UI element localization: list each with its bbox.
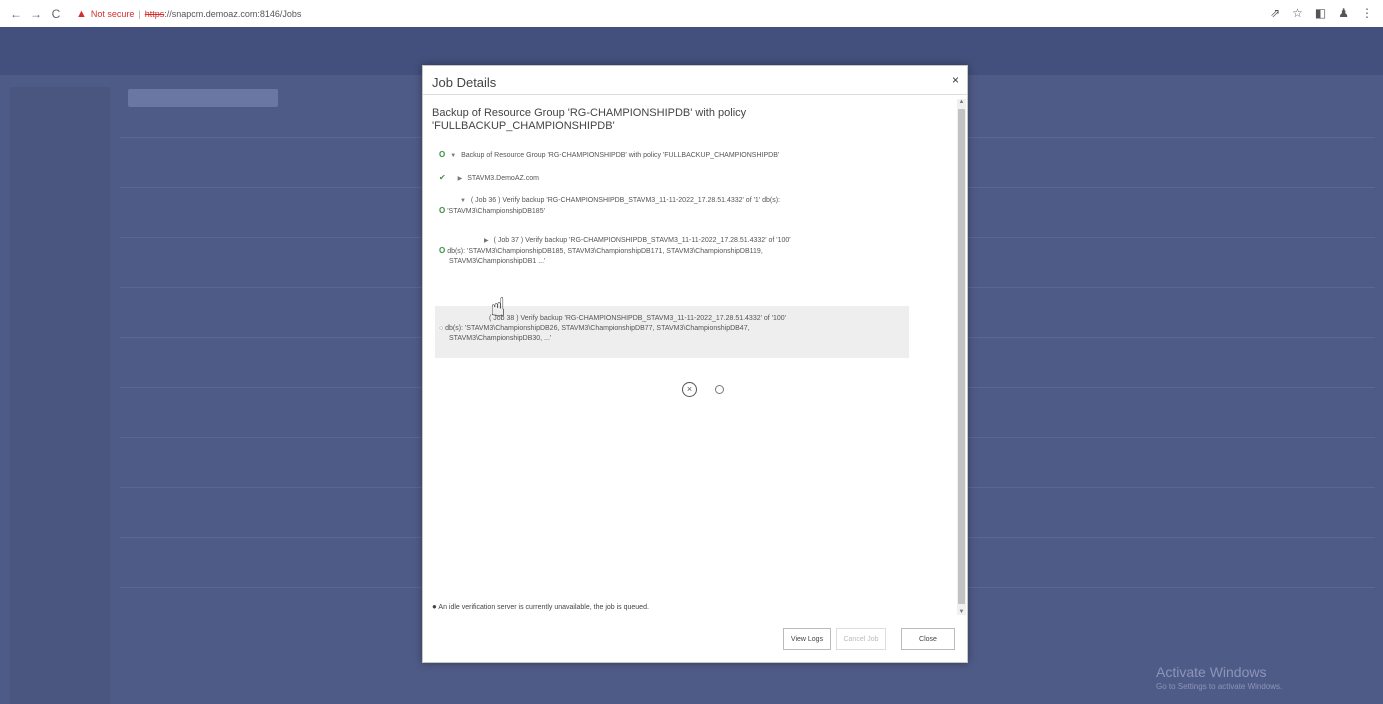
scrollbar[interactable]: ▲ ▼ xyxy=(957,99,966,615)
caret-right-icon[interactable]: ▶ xyxy=(484,238,489,244)
tree-row-job-36[interactable]: ▼ ( Job 36 ) Verify backup 'RG-CHAMPIONS… xyxy=(439,196,780,217)
watermark-title: Activate Windows xyxy=(1156,664,1267,680)
activate-windows-watermark: Activate Windows Go to Settings to activ… xyxy=(1156,664,1282,691)
status-running-icon: O xyxy=(439,150,446,159)
status-queued-icon: ◌ xyxy=(439,325,444,332)
profile-icon[interactable]: ♟ xyxy=(1338,6,1349,20)
app-logo xyxy=(128,89,278,107)
tree-row-text: STAVM3\ChampionshipDB1 ...' xyxy=(449,258,546,265)
spinner-icon xyxy=(715,385,724,394)
dialog-body: Backup of Resource Group 'RG-CHAMPIONSHI… xyxy=(423,95,957,602)
tree-row-text: ( Job 37 ) Verify backup 'RG-CHAMPIONSHI… xyxy=(493,237,791,244)
url-separator: | xyxy=(138,8,141,19)
stop-circle-icon[interactable]: × xyxy=(682,382,697,397)
browser-actions: ⇗ ☆ ◧ ♟ ⋮ xyxy=(1270,6,1373,20)
tree-row-root[interactable]: O ▼ Backup of Resource Group 'RG-CHAMPIO… xyxy=(439,150,779,161)
tree-row-job-37[interactable]: ▶ ( Job 37 ) Verify backup 'RG-CHAMPIONS… xyxy=(439,236,791,267)
tree-row-text: ( Job 36 ) Verify backup 'RG-CHAMPIONSHI… xyxy=(470,197,780,204)
close-icon[interactable]: × xyxy=(952,73,959,87)
queued-message: ● An idle verification server is current… xyxy=(432,602,649,611)
queued-message-text: An idle verification server is currently… xyxy=(438,604,649,611)
warning-icon[interactable]: ▲ xyxy=(76,8,87,20)
back-arrow-icon[interactable]: ← xyxy=(8,7,24,21)
cancel-job-button[interactable]: Cancel Job xyxy=(836,628,886,650)
status-running-icon: O xyxy=(439,206,446,215)
dialog-title: Job Details xyxy=(432,75,497,90)
reload-icon[interactable]: C xyxy=(48,7,64,21)
browser-toolbar: ← → C ▲ Not secure | https ://snapcm.dem… xyxy=(0,0,1383,27)
status-running-icon: O xyxy=(439,246,446,255)
caret-down-icon[interactable]: ▼ xyxy=(460,198,466,204)
tree-row-host[interactable]: ✔ ▶ STAVM3.DemoAZ.com xyxy=(439,173,539,184)
job-heading: Backup of Resource Group 'RG-CHAMPIONSHI… xyxy=(432,107,747,132)
watermark-subtitle: Go to Settings to activate Windows. xyxy=(1156,682,1283,691)
loading-indicator: × xyxy=(682,382,724,397)
share-icon[interactable]: ⇗ xyxy=(1270,6,1280,20)
caret-right-icon[interactable]: ▶ xyxy=(458,176,463,182)
tree-row-text: Backup of Resource Group 'RG-CHAMPIONSHI… xyxy=(461,152,780,159)
tree-row-text: db(s): 'STAVM3\ChampionshipDB26, STAVM3\… xyxy=(445,325,750,332)
job-details-dialog: Job Details × Backup of Resource Group '… xyxy=(422,65,968,663)
bookmark-star-icon[interactable]: ☆ xyxy=(1292,6,1303,20)
info-icon: ● xyxy=(432,602,437,611)
hand-cursor-icon: ☝ xyxy=(490,292,506,322)
scrollbar-thumb[interactable] xyxy=(958,109,965,604)
tree-row-text: 'STAVM3\ChampionshipDB185' xyxy=(447,208,545,215)
scroll-up-icon[interactable]: ▲ xyxy=(957,99,966,105)
close-button[interactable]: Close xyxy=(901,628,955,650)
url-scheme[interactable]: https xyxy=(145,9,165,19)
menu-kebab-icon[interactable]: ⋮ xyxy=(1361,6,1373,20)
address-bar-url[interactable]: ://snapcm.demoaz.com:8146/Jobs xyxy=(164,9,301,19)
view-logs-button[interactable]: View Logs xyxy=(783,628,831,650)
status-success-icon: ✔ xyxy=(439,173,446,182)
caret-down-icon[interactable]: ▼ xyxy=(450,153,456,159)
forward-arrow-icon[interactable]: → xyxy=(28,7,44,21)
tree-row-text: STAVM3.DemoAZ.com xyxy=(467,175,539,182)
sidebar-icon[interactable]: ◧ xyxy=(1315,6,1326,20)
app-sidebar xyxy=(10,87,110,704)
tree-row-text: db(s): 'STAVM3\ChampionshipDB185, STAVM3… xyxy=(447,248,763,255)
not-secure-label[interactable]: Not secure xyxy=(91,9,135,19)
tree-row-text: ( Job 38 ) Verify backup 'RG-CHAMPIONSHI… xyxy=(489,315,787,322)
tree-row-text: STAVM3\ChampionshipDB30, ...' xyxy=(449,335,552,342)
scroll-down-icon[interactable]: ▼ xyxy=(957,609,966,615)
